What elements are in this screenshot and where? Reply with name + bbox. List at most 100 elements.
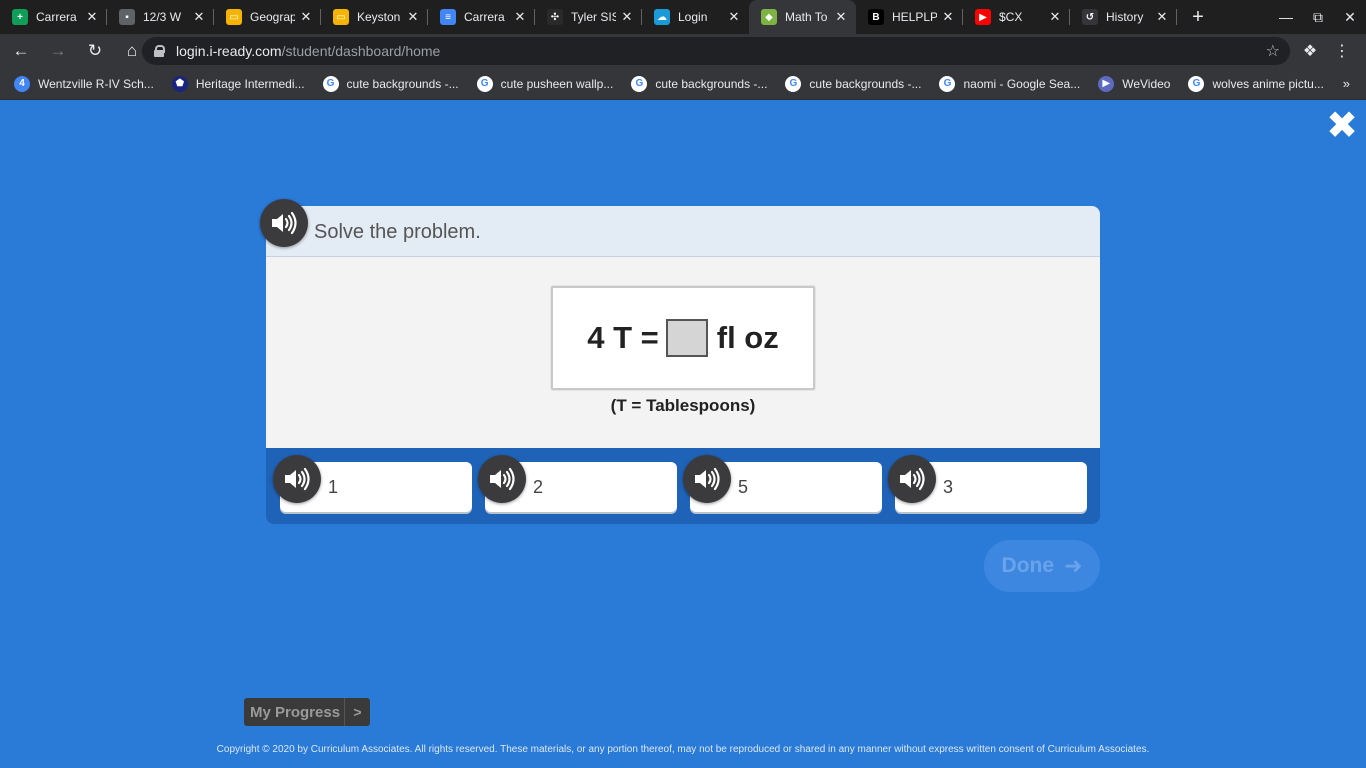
answer-value: 5 bbox=[738, 477, 749, 497]
tyler-icon: ✣ bbox=[547, 9, 563, 25]
answer-4-speaker-icon[interactable] bbox=[888, 455, 936, 503]
tab-label: Login bbox=[678, 10, 708, 24]
chevron-right-icon: > bbox=[344, 698, 370, 726]
done-label: Done bbox=[1001, 554, 1055, 577]
bookmark-label: naomi - Google Sea... bbox=[963, 76, 1081, 91]
tab-close-icon[interactable]: ✕ bbox=[727, 9, 741, 25]
bookmark-label: cute backgrounds -... bbox=[346, 76, 459, 91]
tab-label: Keyston bbox=[357, 10, 401, 24]
bookmarks-overflow-icon[interactable]: » bbox=[1343, 76, 1350, 91]
browser-tab[interactable]: + Carrera ✕ bbox=[0, 0, 107, 34]
answer-value: 3 bbox=[943, 477, 954, 497]
address-bar[interactable]: login.i-ready.com/student/dashboard/home… bbox=[142, 37, 1290, 65]
tab-close-icon[interactable]: ✕ bbox=[1155, 9, 1169, 25]
google-icon: G bbox=[939, 75, 956, 92]
google-icon: G bbox=[322, 75, 339, 92]
restore-icon[interactable]: ⧉ bbox=[1302, 0, 1334, 34]
browser-tab[interactable]: ▶ $CX ✕ bbox=[963, 0, 1070, 34]
bookmark-label: WeVideo bbox=[1122, 76, 1171, 91]
tab-close-icon[interactable]: ✕ bbox=[406, 9, 420, 25]
google-icon: G bbox=[476, 75, 493, 92]
tab-label: HELPLP bbox=[892, 10, 937, 24]
browser-tab[interactable]: ☁ Login ✕ bbox=[642, 0, 749, 34]
prompt-speaker-icon[interactable] bbox=[260, 199, 308, 247]
extensions-puzzle-icon[interactable]: ❖ bbox=[1294, 41, 1326, 61]
browser-tab[interactable]: ◆ Math To ✕ bbox=[749, 0, 856, 34]
tab-close-icon[interactable]: ✕ bbox=[192, 9, 206, 25]
answer-blank[interactable] bbox=[665, 319, 708, 357]
bookmark-item[interactable]: Gcute backgrounds -... bbox=[631, 75, 767, 92]
browser-tab[interactable]: ↺ History ✕ bbox=[1070, 0, 1177, 34]
tab-close-icon[interactable]: ✕ bbox=[299, 9, 313, 25]
tab-close-icon[interactable]: ✕ bbox=[1048, 9, 1062, 25]
my-progress-label: My Progress bbox=[250, 703, 341, 721]
bookmark-item[interactable]: Gcute backgrounds -... bbox=[785, 75, 921, 92]
done-button[interactable]: Done ➜ bbox=[984, 540, 1100, 592]
answer-1-speaker-icon[interactable] bbox=[273, 455, 321, 503]
forward-icon[interactable]: → bbox=[42, 35, 74, 67]
tab-close-icon[interactable]: ✕ bbox=[834, 9, 848, 25]
tab-separator bbox=[1176, 9, 1177, 25]
browser-tab[interactable]: ✣ Tyler SIS ✕ bbox=[535, 0, 642, 34]
bookmark-label: wolves anime pictu... bbox=[1212, 76, 1324, 91]
lock-icon bbox=[154, 45, 165, 57]
browser-tab[interactable]: ▭ Geograp ✕ bbox=[214, 0, 321, 34]
bookmark-item[interactable]: ⬟ Heritage Intermedi... bbox=[171, 75, 305, 92]
equation-note: (T = Tablespoons) bbox=[610, 396, 756, 415]
bookmark-item[interactable]: ▶ WeVideo bbox=[1098, 75, 1171, 92]
window-close-icon[interactable]: ✕ bbox=[1334, 0, 1366, 34]
slides-icon: ▭ bbox=[333, 9, 349, 25]
google-icon: G bbox=[785, 75, 802, 92]
equation-left: 4 T = bbox=[587, 320, 659, 355]
equation-right: fl oz bbox=[716, 320, 779, 355]
url-host: login.i-ready.com bbox=[176, 43, 282, 59]
tab-label: Carrera bbox=[464, 10, 505, 24]
history-icon: ↺ bbox=[1082, 9, 1098, 25]
problem-area: 4 T = fl oz (T = Tablespoons) bbox=[266, 257, 1100, 448]
bookmarks-bar: 4 Wentzville R-IV Sch... ⬟ Heritage Interme… bbox=[0, 68, 1366, 100]
bookmark-label: Wentzville R-IV Sch... bbox=[38, 76, 154, 91]
tab-close-icon[interactable]: ✕ bbox=[620, 9, 634, 25]
browser-tab[interactable]: ≡ Carrera ✕ bbox=[428, 0, 535, 34]
tab-label: Geograp bbox=[250, 10, 295, 24]
answer-value: 2 bbox=[533, 477, 544, 497]
bookmark-item[interactable]: Gcute pusheen wallp... bbox=[476, 75, 614, 92]
bookmark-star-icon[interactable]: ☆ bbox=[1266, 41, 1280, 61]
speaker-glyph bbox=[900, 467, 925, 491]
google-icon: G bbox=[631, 75, 648, 92]
my-progress-button[interactable]: My Progress > bbox=[244, 698, 370, 726]
iready-cube-icon: ◆ bbox=[761, 9, 777, 25]
bookmark-label: cute pusheen wallp... bbox=[500, 76, 614, 91]
minimize-icon[interactable]: — bbox=[1270, 0, 1302, 34]
arrow-right-icon: ➜ bbox=[1064, 553, 1083, 578]
tab-close-icon[interactable]: ✕ bbox=[513, 9, 527, 25]
docs-icon: ≡ bbox=[440, 9, 456, 25]
tab-close-icon[interactable]: ✕ bbox=[85, 9, 99, 25]
bookmark-item[interactable]: 4 Wentzville R-IV Sch... bbox=[14, 75, 154, 92]
close-lesson-icon[interactable]: ✖ bbox=[1326, 107, 1358, 145]
menu-kebab-icon[interactable]: ⋮ bbox=[1326, 41, 1358, 61]
tab-label: Carrera bbox=[36, 10, 77, 24]
cloud-icon: ☁ bbox=[654, 9, 670, 25]
sheets-icon: + bbox=[12, 9, 28, 25]
browser-tab[interactable]: B HELPLP ✕ bbox=[856, 0, 963, 34]
back-icon[interactable]: ← bbox=[5, 35, 37, 67]
browser-tab[interactable]: ▭ Keyston ✕ bbox=[321, 0, 428, 34]
tab-close-icon[interactable]: ✕ bbox=[941, 9, 955, 25]
reload-icon[interactable]: ↻ bbox=[79, 35, 111, 67]
school-icon: ⬟ bbox=[171, 75, 188, 92]
speaker-glyph bbox=[285, 467, 310, 491]
browser-tab[interactable]: ▪ 12/3 W ✕ bbox=[107, 0, 214, 34]
answer-3-speaker-icon[interactable] bbox=[683, 455, 731, 503]
answer-2-speaker-icon[interactable] bbox=[478, 455, 526, 503]
youtube-icon: ▶ bbox=[975, 9, 991, 25]
new-tab-button[interactable]: + bbox=[1183, 0, 1213, 34]
bookmark-item[interactable]: Gwolves anime pictu... bbox=[1188, 75, 1324, 92]
speaker-glyph bbox=[490, 467, 515, 491]
brainly-icon: B bbox=[868, 9, 884, 25]
bookmark-item[interactable]: Gnaomi - Google Sea... bbox=[939, 75, 1081, 92]
prompt-header: Solve the problem. bbox=[266, 206, 1100, 257]
bookmark-item[interactable]: Gcute backgrounds -... bbox=[322, 75, 459, 92]
extension-area: ❖ ⋮ bbox=[1294, 34, 1358, 68]
speaker-glyph bbox=[272, 211, 297, 235]
